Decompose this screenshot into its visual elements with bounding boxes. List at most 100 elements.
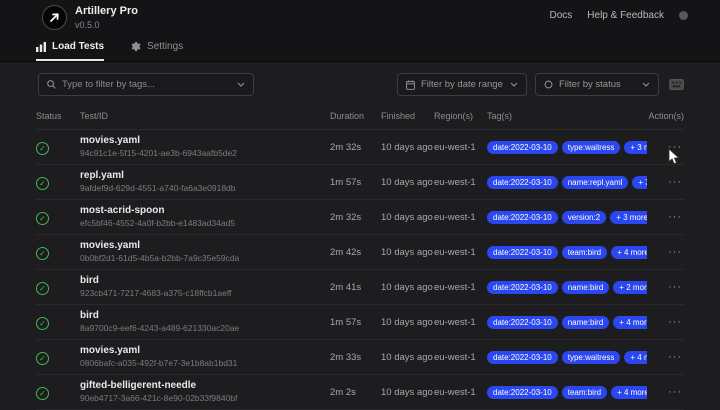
test-id-cell[interactable]: movies.yaml 0b0bf2d1-61d5-4b5a-b2bb-7a9c… [80, 240, 330, 264]
test-id-cell[interactable]: gifted-belligerent-needle 90eb4717-3a66-… [80, 380, 330, 404]
app-version: v0.5.0 [75, 20, 100, 30]
test-name[interactable]: most-acrid-spoon [80, 205, 330, 217]
tags-filter-input[interactable]: Type to filter by tags... [38, 73, 254, 96]
tag-pill[interactable]: type:waitress [561, 350, 621, 364]
test-name[interactable]: gifted-belligerent-needle [80, 380, 330, 392]
tags-cell: date:2022-03-10name:bird+ 2 more [487, 280, 647, 294]
table-row[interactable]: ✓ bird 8a9700c9-eef6-4243-a489-621330ac2… [36, 305, 684, 340]
test-name[interactable]: bird [80, 310, 330, 322]
table-row[interactable]: ✓ movies.yaml 0806bafc-a035-492f-b7e7-3e… [36, 340, 684, 375]
test-name[interactable]: movies.yaml [80, 135, 330, 147]
status-cell: ✓ [36, 348, 80, 366]
test-id-cell[interactable]: repl.yaml 9afdef9d-629d-4551-a740-fa6a3e… [80, 170, 330, 194]
duration-cell: 2m 41s [330, 281, 362, 293]
row-actions-menu[interactable]: ··· [647, 176, 684, 188]
finished-cell: 10 days ago [381, 386, 433, 398]
test-id-cell[interactable]: movies.yaml 94c91c1e-5f15-4201-ae3b-6943… [80, 135, 330, 159]
region-cell: eu-west-1 [434, 211, 476, 223]
tag-pill[interactable]: date:2022-03-10 [487, 210, 558, 224]
table-row[interactable]: ✓ repl.yaml 9afdef9d-629d-4551-a740-fa6a… [36, 165, 684, 200]
row-actions-menu[interactable]: ··· [647, 211, 684, 223]
tag-pill[interactable]: + 3 more [624, 140, 647, 154]
region-cell: eu-west-1 [434, 351, 476, 363]
region-cell: eu-west-1 [434, 246, 476, 258]
test-id-cell[interactable]: bird 8a9700c9-eef6-4243-a489-621330ac20a… [80, 310, 330, 334]
test-id-cell[interactable]: most-acrid-spoon efc5bf46-4552-4a0f-b2bb… [80, 205, 330, 229]
tag-pill[interactable]: team:bird [561, 385, 608, 399]
status-passed-icon: ✓ [36, 177, 49, 190]
tag-pill[interactable]: date:2022-03-10 [487, 245, 558, 259]
col-tags: Tag(s) [487, 111, 513, 121]
tag-pill[interactable]: name:bird [561, 280, 610, 294]
col-finished: Finished [381, 111, 416, 121]
tag-pill[interactable]: + 2 more [613, 280, 647, 294]
brand: Artillery Pro v0.5.0 [42, 5, 138, 30]
test-id-cell[interactable]: bird 923cb471-7217-4683-a375-c18ffcb1aef… [80, 275, 330, 299]
test-uuid: 9afdef9d-629d-4551-a740-fa6a3e0918db [80, 183, 236, 193]
duration-cell: 1m 57s [330, 316, 362, 328]
finished-cell: 10 days ago [381, 281, 433, 293]
test-id-cell[interactable]: movies.yaml 0806bafc-a035-492f-b7e7-3e1b… [80, 345, 330, 369]
tag-pill[interactable]: name:repl.yaml [561, 175, 629, 189]
docs-link[interactable]: Docs [549, 10, 572, 21]
col-status: Status [36, 111, 62, 121]
tag-pill[interactable]: date:2022-03-10 [487, 140, 558, 154]
finished-cell: 10 days ago [381, 176, 433, 188]
tag-pill[interactable]: date:2022-03-10 [487, 315, 558, 329]
tag-pill[interactable]: + 4 more [611, 245, 647, 259]
keyboard-shortcuts-icon[interactable] [669, 79, 684, 90]
help-feedback-link[interactable]: Help & Feedback [587, 10, 664, 21]
row-actions-menu[interactable]: ··· [647, 281, 684, 293]
test-uuid: efc5bf46-4552-4a0f-b2bb-e1483ad34ad5 [80, 218, 236, 228]
table-row[interactable]: ✓ movies.yaml 94c91c1e-5f15-4201-ae3b-69… [36, 130, 684, 165]
tag-pill[interactable]: date:2022-03-10 [487, 350, 558, 364]
status-passed-icon: ✓ [36, 317, 49, 330]
finished-cell: 10 days ago [381, 141, 433, 153]
table-row[interactable]: ✓ most-acrid-spoon efc5bf46-4552-4a0f-b2… [36, 200, 684, 235]
table-row[interactable]: ✓ movies.yaml 0b0bf2d1-61d5-4b5a-b2bb-7a… [36, 235, 684, 270]
finished-cell: 10 days ago [381, 316, 433, 328]
tag-pill[interactable]: + 3 more [610, 210, 647, 224]
status-passed-icon: ✓ [36, 387, 49, 400]
tab-load-tests[interactable]: Load Tests [36, 41, 105, 61]
status-filter[interactable]: Filter by status [535, 73, 659, 96]
row-actions-menu[interactable]: ··· [647, 246, 684, 258]
duration-cell: 2m 42s [330, 246, 362, 258]
region-cell: eu-west-1 [434, 316, 476, 328]
tag-pill[interactable]: name:bird [561, 315, 610, 329]
table-row[interactable]: ✓ bird 923cb471-7217-4683-a375-c18ffcb1a… [36, 270, 684, 305]
table-row[interactable]: ✓ gifted-belligerent-needle 90eb4717-3a6… [36, 375, 684, 410]
tab-bar: Load Tests Settings [36, 41, 183, 61]
filter-bar: Type to filter by tags... Filter by date… [38, 73, 684, 96]
date-range-filter[interactable]: Filter by date range [397, 73, 527, 96]
tag-pill[interactable]: version:2 [561, 210, 607, 224]
test-name[interactable]: movies.yaml [80, 240, 330, 252]
tag-pill[interactable]: date:2022-03-10 [487, 385, 558, 399]
test-uuid: 923cb471-7217-4683-a375-c18ffcb1aeff [80, 288, 232, 298]
tag-pill[interactable]: + 4 more [624, 350, 647, 364]
status-passed-icon: ✓ [36, 142, 49, 155]
tab-settings[interactable]: Settings [130, 41, 183, 61]
row-actions-menu[interactable]: ··· [647, 141, 684, 153]
tag-pill[interactable]: + 4 more [613, 315, 647, 329]
tag-pill[interactable]: team:bird [561, 245, 608, 259]
tab-settings-label: Settings [147, 41, 184, 52]
status-circle-icon [544, 80, 553, 89]
tag-pill[interactable]: + 3 more [632, 175, 647, 189]
region-cell: eu-west-1 [434, 281, 476, 293]
finished-cell: 10 days ago [381, 246, 433, 258]
row-actions-menu[interactable]: ··· [647, 316, 684, 328]
row-actions-menu[interactable]: ··· [647, 351, 684, 363]
tag-pill[interactable]: date:2022-03-10 [487, 280, 558, 294]
tag-pill[interactable]: date:2022-03-10 [487, 175, 558, 189]
col-actions: Action(s) [648, 111, 684, 121]
tag-pill[interactable]: type:waitress [561, 140, 621, 154]
test-name[interactable]: repl.yaml [80, 170, 330, 182]
test-name[interactable]: bird [80, 275, 330, 287]
user-avatar[interactable] [679, 11, 688, 20]
status-passed-icon: ✓ [36, 247, 49, 260]
tag-pill[interactable]: + 4 more [611, 385, 647, 399]
row-actions-menu[interactable]: ··· [647, 386, 684, 398]
table-body: ✓ movies.yaml 94c91c1e-5f15-4201-ae3b-69… [36, 130, 684, 410]
test-name[interactable]: movies.yaml [80, 345, 330, 357]
